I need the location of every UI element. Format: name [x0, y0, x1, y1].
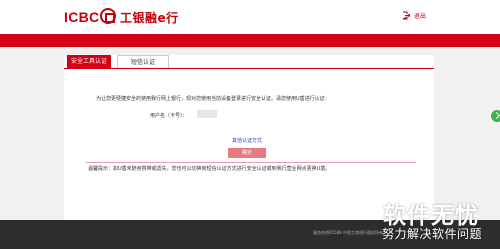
warm-tip-text: 温馨提示：如U盾未随身携带或遗失，您也可以切换到短信认证方式进行安全认证或到我行… — [88, 166, 331, 172]
username-label: 用户名（卡号）： — [150, 113, 188, 119]
tab-security-tool[interactable]: 安全工具认证 — [67, 55, 111, 68]
other-auth-method-link[interactable]: 其他认证方式 — [232, 137, 262, 144]
exit-link[interactable]: 退出 — [414, 11, 426, 20]
auth-panel: 安全工具认证 短信认证 为让您更便捷安全的使用我行网上银行，现对您使用当前设备登… — [64, 55, 434, 220]
top-header: ICBC 工银融e行 退出 — [0, 0, 500, 34]
confirm-button[interactable]: 确定 — [228, 148, 266, 158]
icbc-emblem-icon — [100, 8, 116, 24]
auth-intro-text: 为让您更便捷安全的使用我行网上银行，现对您使用当前设备登录进行安全认证。请您使用… — [96, 96, 330, 102]
side-float-icon[interactable] — [491, 110, 500, 122]
footer-text: 服务热线95588 中国工商银行版权所有 — [313, 230, 383, 235]
divider — [86, 162, 416, 163]
username-value — [197, 110, 217, 118]
auth-tabs: 安全工具认证 短信认证 — [64, 55, 434, 69]
brand-chinese-name: 工银融e行 — [120, 11, 179, 25]
exit-icon[interactable] — [402, 11, 410, 20]
tab-sms[interactable]: 短信认证 — [117, 55, 169, 68]
red-banner — [0, 34, 500, 47]
watermark-subtitle: 努力解决软件问题 — [382, 227, 483, 241]
icbc-logo-text: ICBC — [64, 9, 100, 25]
